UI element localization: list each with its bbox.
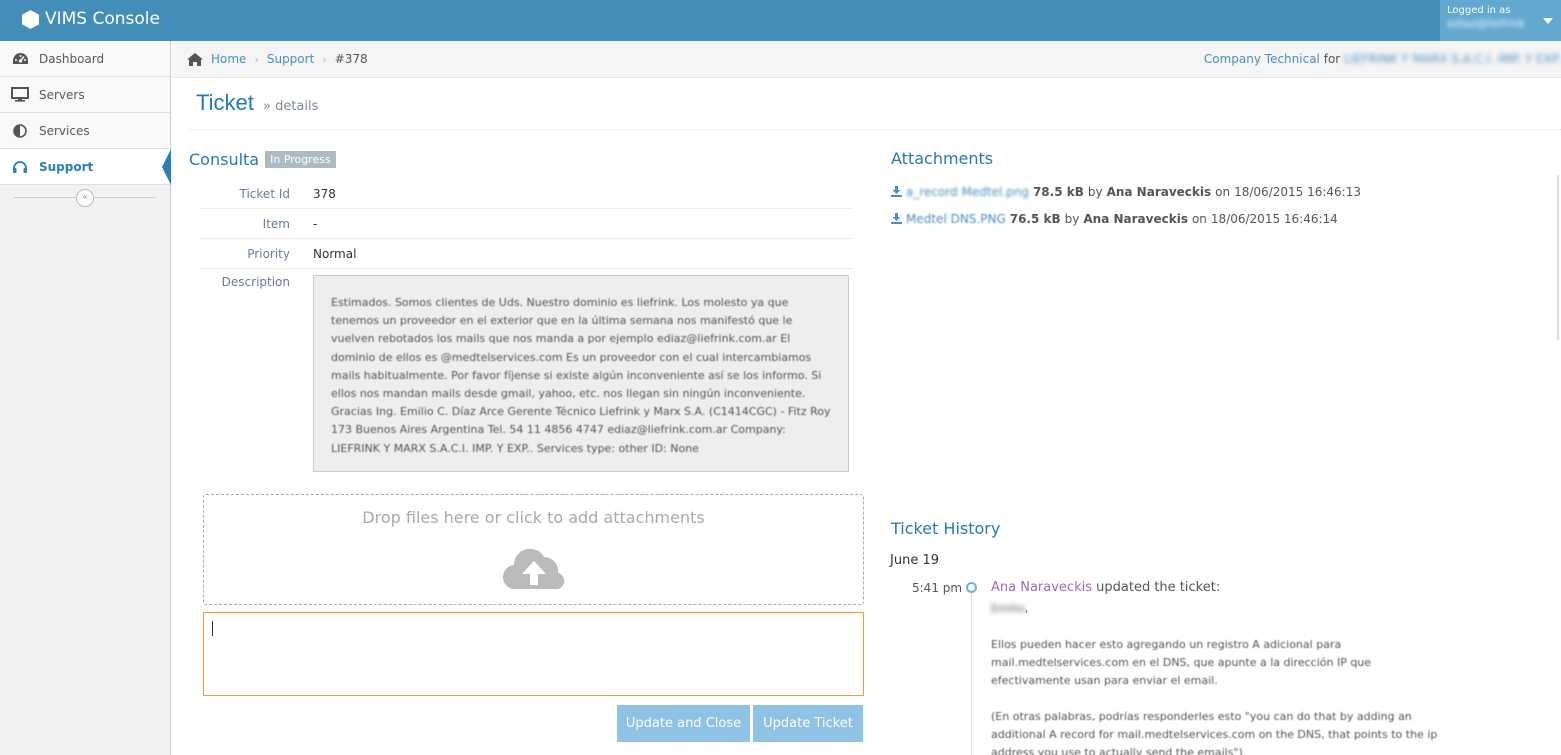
timeline-action: updated the ticket: bbox=[1096, 580, 1221, 595]
greeting-name: Emilio bbox=[991, 602, 1025, 615]
sidebar-item-label: Servers bbox=[39, 87, 85, 102]
home-icon bbox=[187, 52, 203, 66]
company-name: LIEFRINK Y MARX S.A.C.I. IMP. Y EXP. bbox=[1344, 52, 1561, 66]
info-row-ticket-id: Ticket Id 378 bbox=[200, 179, 853, 209]
breadcrumb-home[interactable]: Home bbox=[211, 52, 246, 66]
info-value: Normal bbox=[313, 246, 357, 261]
cloud-upload-icon bbox=[502, 548, 565, 590]
sidebar-item-support[interactable]: Support bbox=[0, 149, 171, 185]
timeline-heading: Ana Naraveckis updated the ticket: bbox=[991, 580, 1220, 595]
breadcrumb-support[interactable]: Support bbox=[267, 52, 314, 66]
dropzone-message: Drop files here or click to add attachme… bbox=[362, 508, 705, 527]
scrollbar[interactable] bbox=[1557, 175, 1559, 340]
company-for: for bbox=[1323, 52, 1341, 66]
sidebar: Dashboard Servers Services Support « bbox=[0, 41, 171, 755]
timeline-time: 5:41 pm bbox=[912, 581, 963, 595]
timeline-line bbox=[971, 593, 972, 755]
reply-textarea[interactable] bbox=[203, 612, 864, 696]
page-subtitle: » details bbox=[263, 99, 319, 114]
timeline-dot-icon bbox=[966, 582, 977, 593]
navbar: VIMS Console Logged in as ediaz@liefrink bbox=[0, 0, 1561, 41]
attachment-dropzone[interactable]: Drop files here or click to add attachme… bbox=[203, 494, 864, 605]
sidebar-item-label: Services bbox=[39, 123, 90, 138]
adjust-icon bbox=[11, 123, 29, 139]
sidebar-collapse: « bbox=[0, 185, 170, 209]
page-header: Ticket » details bbox=[189, 78, 1561, 130]
breadcrumb: Home › Support › #378 bbox=[187, 52, 368, 66]
attachment-link[interactable]: a_record Medtel.png bbox=[906, 185, 1029, 199]
update-ticket-button[interactable]: Update Ticket bbox=[753, 705, 863, 742]
ticket-info-table: Ticket Id 378 Item - Priority Normal Des… bbox=[200, 179, 853, 472]
ticket-subject: Consulta bbox=[189, 150, 260, 169]
sidebar-item-label: Support bbox=[39, 159, 94, 174]
attachments-list: a_record Medtel.png 78.5 kB by Ana Narav… bbox=[891, 178, 1361, 232]
download-icon bbox=[891, 186, 902, 197]
user-menu[interactable]: Logged in as ediaz@liefrink bbox=[1440, 0, 1561, 41]
app-title: VIMS Console bbox=[45, 9, 160, 29]
attachment-on: on bbox=[1191, 211, 1207, 226]
attachment-size: 76.5 kB bbox=[1009, 211, 1061, 226]
user-email: ediaz@liefrink bbox=[1447, 17, 1525, 30]
company-info: Company Technical for LIEFRINK Y MARX S.… bbox=[1204, 52, 1561, 66]
breadcrumb-bar: Home › Support › #378 Company Technical … bbox=[172, 41, 1561, 78]
timeline-paragraph: (En otras palabras, podrías responderles… bbox=[991, 710, 1438, 755]
attachment-author: Ana Naraveckis bbox=[1083, 211, 1188, 226]
breadcrumb-current: #378 bbox=[334, 52, 368, 66]
double-chevron-left-icon[interactable]: « bbox=[76, 189, 94, 207]
user-label: Logged in as bbox=[1447, 5, 1511, 16]
dashboard-icon bbox=[11, 51, 29, 67]
info-key: Priority bbox=[247, 246, 290, 261]
info-value: - bbox=[313, 216, 318, 231]
list-item: Medtel DNS.PNG 76.5 kB by Ana Naraveckis… bbox=[891, 205, 1361, 232]
sidebar-item-dashboard[interactable]: Dashboard bbox=[0, 41, 170, 77]
hexagon-icon bbox=[22, 9, 39, 29]
attachments-title: Attachments bbox=[891, 149, 994, 168]
caret-down-icon bbox=[1543, 18, 1553, 24]
info-value: 378 bbox=[313, 186, 336, 201]
attachment-by: by bbox=[1087, 184, 1103, 199]
download-icon bbox=[891, 213, 902, 224]
company-role-link[interactable]: Company Technical bbox=[1204, 52, 1320, 66]
update-and-close-button[interactable]: Update and Close bbox=[617, 705, 750, 742]
text-cursor bbox=[212, 621, 213, 636]
sidebar-item-servers[interactable]: Servers bbox=[0, 77, 170, 113]
attachment-author: Ana Naraveckis bbox=[1106, 184, 1212, 199]
headphones-icon bbox=[11, 159, 29, 175]
greeting-suffix: , bbox=[1024, 602, 1029, 615]
history-date: June 19 bbox=[890, 553, 939, 568]
breadcrumb-separator: › bbox=[254, 52, 259, 66]
attachment-date: 18/06/2015 16:46:14 bbox=[1210, 211, 1338, 226]
description-text: Estimados. Somos clientes de Uds. Nuestr… bbox=[331, 296, 831, 455]
timeline-body: Emilio, Ellos pueden hacer esto agregand… bbox=[991, 600, 1441, 755]
attachment-on: on bbox=[1215, 184, 1231, 199]
timeline-greeting: Emilio, bbox=[991, 600, 1441, 618]
desktop-icon bbox=[11, 87, 29, 103]
ticket-history-title: Ticket History bbox=[891, 519, 1001, 538]
description-box: Estimados. Somos clientes de Uds. Nuestr… bbox=[313, 275, 849, 472]
sidebar-item-label: Dashboard bbox=[39, 51, 105, 66]
info-row-priority: Priority Normal bbox=[200, 239, 853, 269]
list-item: a_record Medtel.png 78.5 kB by Ana Narav… bbox=[891, 178, 1361, 205]
info-row-item: Item - bbox=[200, 209, 853, 239]
attachment-date: 18/06/2015 16:46:13 bbox=[1234, 184, 1361, 199]
status-badge: In Progress bbox=[265, 151, 336, 168]
attachment-link[interactable]: Medtel DNS.PNG bbox=[906, 212, 1006, 226]
info-key: Description bbox=[221, 275, 290, 289]
breadcrumb-separator: › bbox=[322, 52, 327, 66]
brand[interactable]: VIMS Console bbox=[22, 9, 160, 29]
info-key: Ticket Id bbox=[239, 186, 290, 201]
sidebar-item-services[interactable]: Services bbox=[0, 113, 170, 149]
timeline-author[interactable]: Ana Naraveckis bbox=[991, 580, 1092, 595]
timeline-paragraph: Ellos pueden hacer esto agregando un reg… bbox=[991, 638, 1372, 687]
attachment-by: by bbox=[1064, 211, 1080, 226]
info-row-description: Description Estimados. Somos clientes de… bbox=[200, 269, 853, 472]
info-key: Item bbox=[262, 216, 290, 231]
page-title: Ticket bbox=[196, 90, 254, 115]
attachment-size: 78.5 kB bbox=[1032, 184, 1084, 199]
ticket-heading: Consulta In Progress bbox=[189, 150, 336, 169]
